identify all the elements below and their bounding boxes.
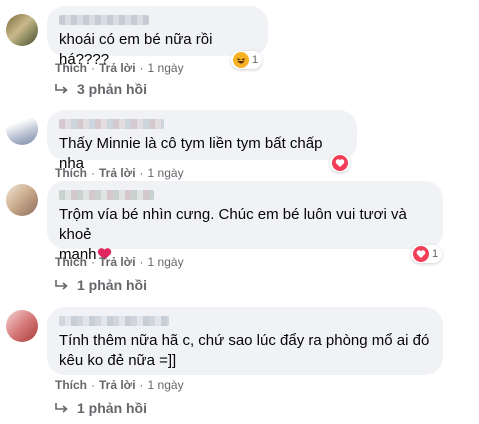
timestamp[interactable]: 1 ngày [148,61,184,75]
reaction-count: 1 [252,54,259,66]
commenter-name-redacted[interactable] [59,190,154,200]
separator: · [91,61,95,75]
reply-arrow-icon [55,403,68,413]
reaction-summary[interactable]: 1 [411,245,443,263]
avatar[interactable] [6,14,38,46]
comment-actions: Thích · Trả lời · 1 ngày [55,378,184,392]
love-icon [332,155,348,171]
timestamp[interactable]: 1 ngày [148,255,184,269]
view-replies-button[interactable]: 3 phản hồi [55,81,147,97]
reaction-count: 1 [432,248,439,260]
comment-bubble: Thấy Minnie là cô tym liền tym bất chấp … [47,110,357,172]
view-replies-button[interactable]: 1 phản hồi [55,277,147,293]
replies-count: 1 phản hồi [77,277,147,293]
comment-text-line-1: Trộm vía bé nhìn cưng. Chúc em bé luôn v… [59,206,407,243]
timestamp[interactable]: 1 ngày [148,166,184,180]
commenter-name-redacted[interactable] [59,119,164,129]
avatar[interactable] [6,184,38,216]
avatar[interactable] [6,113,38,145]
reply-arrow-icon [55,280,68,290]
commenter-name-redacted[interactable] [59,15,149,25]
haha-icon [233,52,249,68]
comment-actions: Thích · Trả lời · 1 ngày [55,255,184,269]
separator: · [139,378,144,392]
reaction-summary[interactable]: 1 [231,51,263,69]
separator: · [91,166,95,180]
timestamp[interactable]: 1 ngày [148,378,184,392]
reply-link[interactable]: Trả lời [99,166,136,180]
like-link[interactable]: Thích [55,61,87,75]
avatar[interactable] [6,310,38,342]
separator: · [91,378,95,392]
reaction-summary[interactable] [330,154,350,172]
comment-bubble: khoái có em bé nữa rồi há???? [47,6,268,68]
like-link[interactable]: Thích [55,378,87,392]
like-link[interactable]: Thích [55,255,87,269]
comment-text-line-1: Tính thêm nữa hã c, chứ sao lúc đẩy ra p… [59,332,430,349]
comment-bubble: Trộm vía bé nhìn cưng. Chúc em bé luôn v… [47,181,443,263]
comment-bubble: Tính thêm nữa hã c, chứ sao lúc đẩy ra p… [47,307,443,375]
love-icon [413,246,429,262]
reply-link[interactable]: Trả lời [99,61,136,75]
comment-actions: Thích · Trả lời · 1 ngày [55,61,184,75]
separator: · [139,166,144,180]
replies-count: 1 phản hồi [77,400,147,416]
comment-actions: Thích · Trả lời · 1 ngày [55,166,184,180]
replies-count: 3 phản hồi [77,81,147,97]
separator: · [139,255,144,269]
reply-link[interactable]: Trả lời [99,378,136,392]
commenter-name-redacted[interactable] [59,316,169,326]
view-replies-button[interactable]: 1 phản hồi [55,400,147,416]
separator: · [91,255,95,269]
separator: · [139,61,144,75]
reply-arrow-icon [55,84,68,94]
like-link[interactable]: Thích [55,166,87,180]
comment-text-line-2: kêu ko đẻ nữa =]] [59,352,177,369]
reply-link[interactable]: Trả lời [99,255,136,269]
